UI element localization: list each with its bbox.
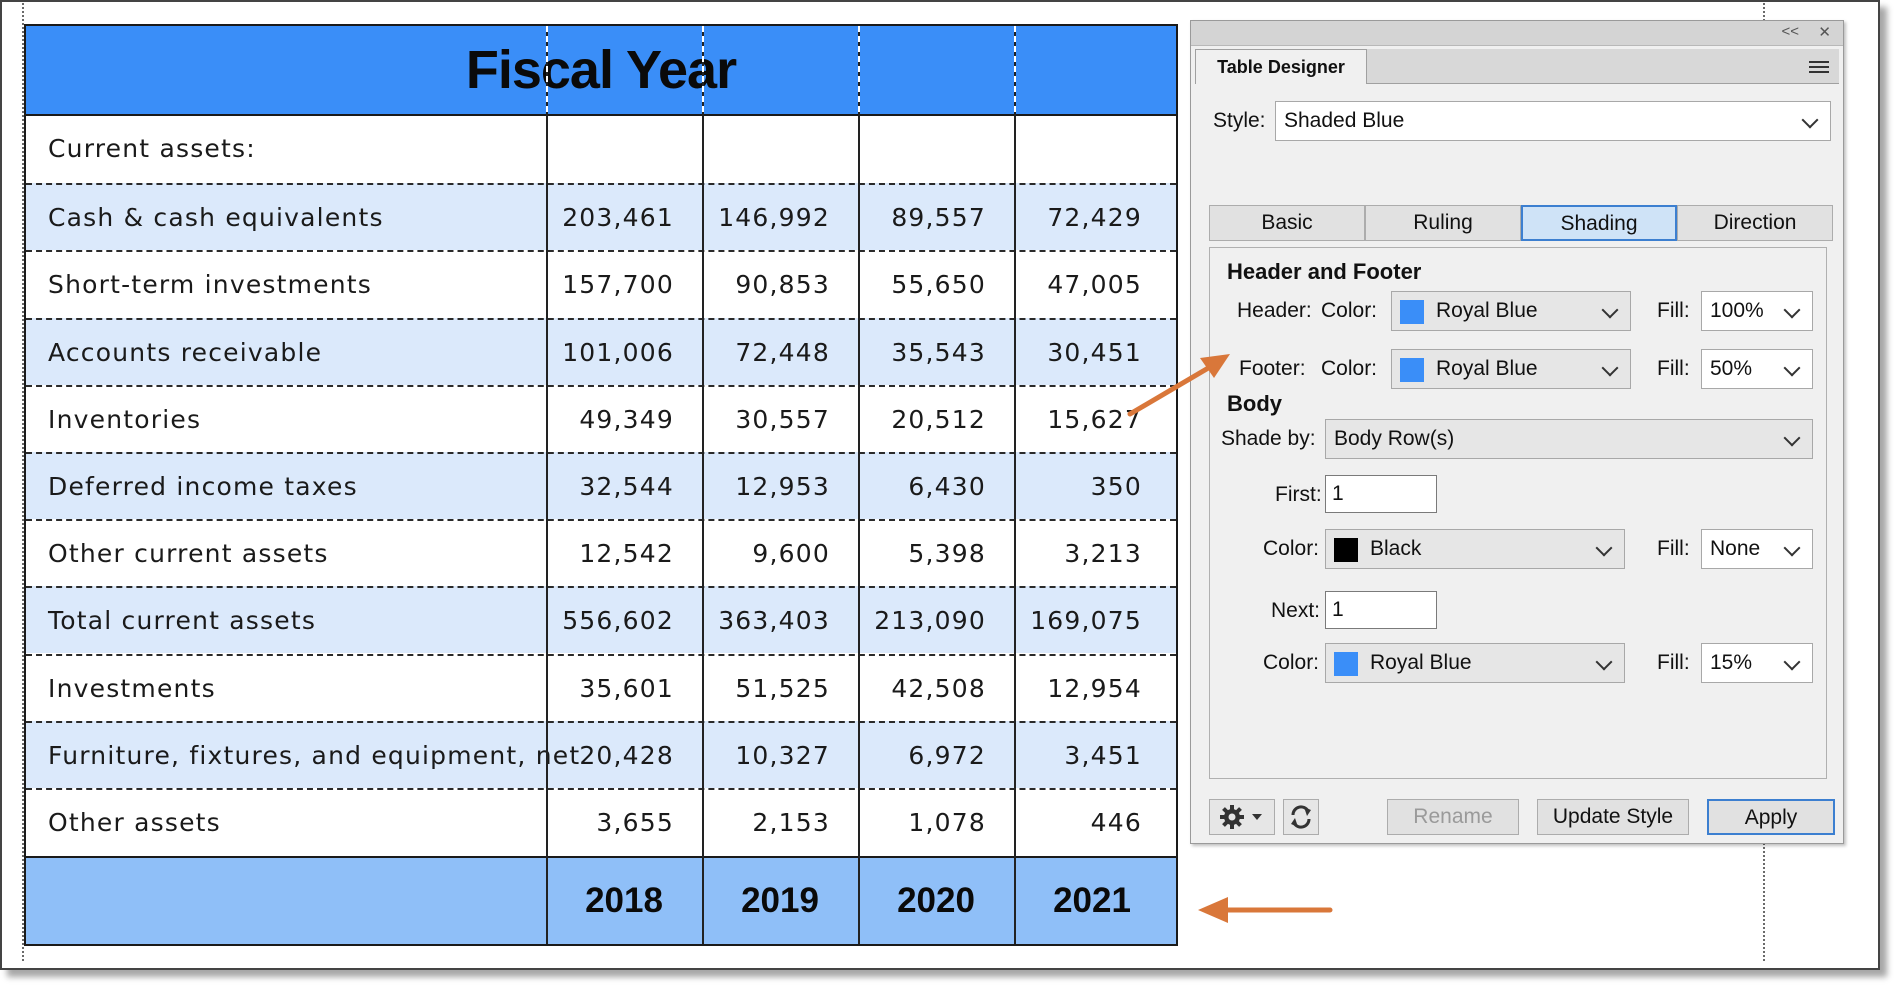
annotation-arrows <box>1127 354 1333 923</box>
arrow-to-table-footer <box>1198 897 1333 923</box>
arrow-to-footer-setting <box>1127 354 1230 417</box>
